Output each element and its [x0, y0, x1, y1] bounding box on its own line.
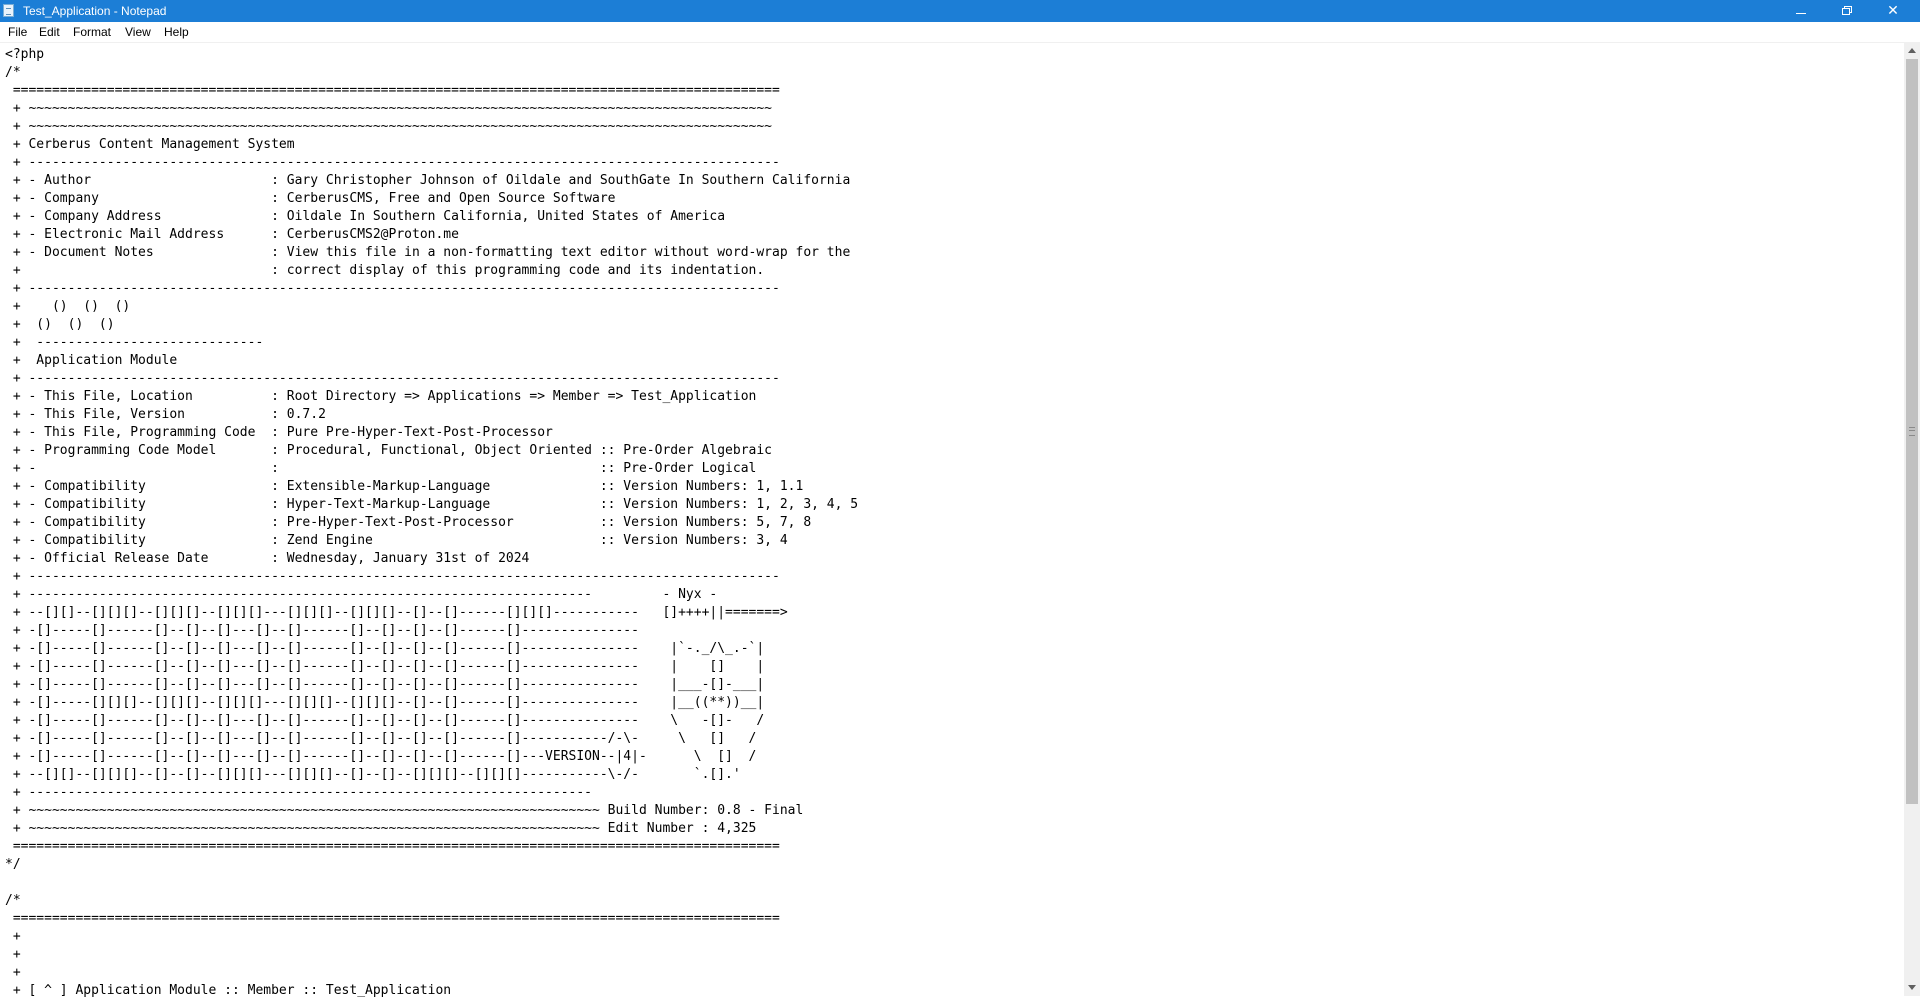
menu-file[interactable]: File: [8, 25, 27, 40]
text-line[interactable]: /*: [5, 892, 858, 910]
text-line[interactable]: + -[]-----[]------[]--[]--[]---[]--[]---…: [5, 640, 858, 658]
text-line[interactable]: + --------------------------------------…: [5, 586, 858, 604]
scroll-down-button[interactable]: [1904, 979, 1920, 996]
text-line[interactable]: + ~~~~~~~~~~~~~~~~~~~~~~~~~~~~~~~~~~~~~~…: [5, 100, 858, 118]
grip-icon: [1909, 427, 1915, 436]
menu-help[interactable]: Help: [164, 25, 189, 40]
text-line[interactable]: /*: [5, 64, 858, 82]
text-line[interactable]: + -[]-----[][][]--[][][]--[][][]---[][][…: [5, 694, 858, 712]
text-line[interactable]: + - Compatibility : Hyper-Text-Markup-La…: [5, 496, 858, 514]
text-line[interactable]: + () () (): [5, 316, 858, 334]
text-line[interactable]: + Application Module: [5, 352, 858, 370]
text-line[interactable]: + --------------------------------------…: [5, 154, 858, 172]
text-line[interactable]: <?php: [5, 46, 858, 64]
scroll-thumb[interactable]: [1906, 59, 1918, 804]
menu-edit[interactable]: Edit: [39, 25, 60, 40]
text-line[interactable]: + [ ^ ] Application Module :: Member :: …: [5, 982, 858, 997]
text-line[interactable]: + - Electronic Mail Address : CerberusCM…: [5, 226, 858, 244]
text-line[interactable]: ========================================…: [5, 910, 858, 928]
menu-view[interactable]: View: [125, 25, 151, 40]
text-line[interactable]: ========================================…: [5, 838, 858, 856]
text-line[interactable]: ========================================…: [5, 82, 858, 100]
text-line[interactable]: + --[][]--[][][]--[][][]--[][][]---[][][…: [5, 604, 858, 622]
text-line[interactable]: [5, 874, 858, 892]
text-line[interactable]: + -[]-----[]------[]--[]--[]---[]--[]---…: [5, 730, 858, 748]
text-line[interactable]: +: [5, 928, 858, 946]
close-button[interactable]: ✕: [1870, 0, 1916, 22]
text-line[interactable]: + ~~~~~~~~~~~~~~~~~~~~~~~~~~~~~~~~~~~~~~…: [5, 802, 858, 820]
minimize-button[interactable]: [1778, 0, 1824, 22]
text-line[interactable]: + - Author : Gary Christopher Johnson of…: [5, 172, 858, 190]
text-line[interactable]: + - Company : CerberusCMS, Free and Open…: [5, 190, 858, 208]
minimize-icon: [1796, 12, 1806, 14]
scroll-up-button[interactable]: [1904, 42, 1920, 59]
text-line[interactable]: + () () (): [5, 298, 858, 316]
close-icon: ✕: [1887, 3, 1899, 19]
text-line[interactable]: + --------------------------------------…: [5, 568, 858, 586]
text-line[interactable]: + -[]-----[]------[]--[]--[]---[]--[]---…: [5, 658, 858, 676]
text-line[interactable]: + - : :: Pre-Order Logical: [5, 460, 858, 478]
text-line[interactable]: + - This File, Programming Code : Pure P…: [5, 424, 858, 442]
text-line[interactable]: + --[][]--[][][]--[]--[]--[][][]---[][][…: [5, 766, 858, 784]
text-line[interactable]: + - This File, Location : Root Directory…: [5, 388, 858, 406]
text-line[interactable]: + ~~~~~~~~~~~~~~~~~~~~~~~~~~~~~~~~~~~~~~…: [5, 118, 858, 136]
chevron-down-icon: [1908, 985, 1916, 990]
text-line[interactable]: + - Document Notes : View this file in a…: [5, 244, 858, 262]
text-line[interactable]: + -----------------------------: [5, 334, 858, 352]
text-editor[interactable]: <?php/* ================================…: [0, 42, 1904, 997]
text-line[interactable]: */: [5, 856, 858, 874]
text-line[interactable]: + -[]-----[]------[]--[]--[]---[]--[]---…: [5, 748, 858, 766]
text-line[interactable]: + - This File, Version : 0.7.2: [5, 406, 858, 424]
text-line[interactable]: +: [5, 946, 858, 964]
text-line[interactable]: + - Official Release Date : Wednesday, J…: [5, 550, 858, 568]
text-line[interactable]: + --------------------------------------…: [5, 370, 858, 388]
text-line[interactable]: +: [5, 964, 858, 982]
document-text[interactable]: <?php/* ================================…: [5, 46, 858, 997]
text-line[interactable]: + ~~~~~~~~~~~~~~~~~~~~~~~~~~~~~~~~~~~~~~…: [5, 820, 858, 838]
text-line[interactable]: + Cerberus Content Management System: [5, 136, 858, 154]
menu-format[interactable]: Format: [73, 25, 111, 40]
text-line[interactable]: + --------------------------------------…: [5, 784, 858, 802]
text-line[interactable]: + - Company Address : Oildale In Souther…: [5, 208, 858, 226]
restore-button[interactable]: [1824, 0, 1870, 22]
text-line[interactable]: + - Programming Code Model : Procedural,…: [5, 442, 858, 460]
text-line[interactable]: + -[]-----[]------[]--[]--[]---[]--[]---…: [5, 622, 858, 640]
text-line[interactable]: + --------------------------------------…: [5, 280, 858, 298]
text-line[interactable]: + - Compatibility : Extensible-Markup-La…: [5, 478, 858, 496]
restore-icon: [1841, 6, 1853, 16]
window-title: Test_Application - Notepad: [23, 4, 167, 18]
text-line[interactable]: + - Compatibility : Pre-Hyper-Text-Post-…: [5, 514, 858, 532]
menu-bar: File Edit Format View Help: [0, 22, 1920, 42]
text-line[interactable]: + - Compatibility : Zend Engine :: Versi…: [5, 532, 858, 550]
vertical-scrollbar[interactable]: [1904, 42, 1920, 996]
notepad-icon: [3, 4, 14, 17]
text-line[interactable]: + -[]-----[]------[]--[]--[]---[]--[]---…: [5, 676, 858, 694]
chevron-up-icon: [1908, 48, 1916, 53]
text-line[interactable]: + -[]-----[]------[]--[]--[]---[]--[]---…: [5, 712, 858, 730]
text-line[interactable]: + : correct display of this programming …: [5, 262, 858, 280]
title-bar: Test_Application - Notepad ✕: [0, 0, 1920, 22]
